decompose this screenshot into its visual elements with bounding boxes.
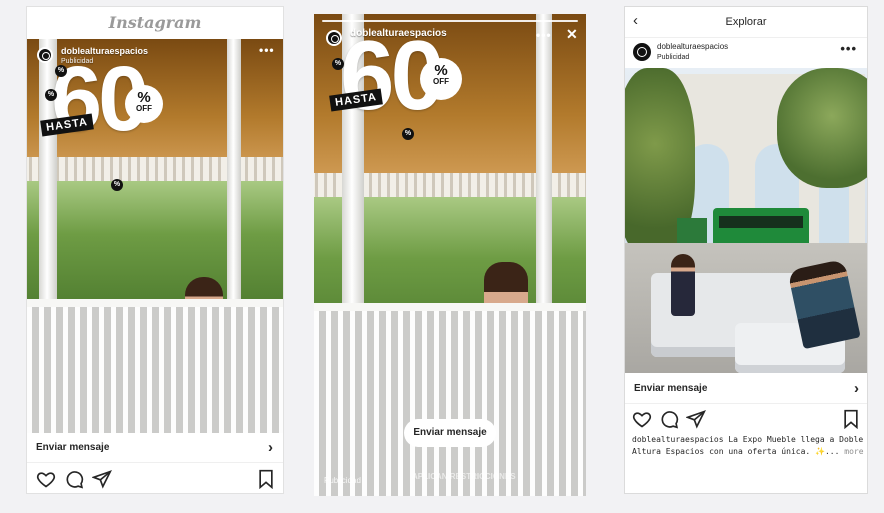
sponsored-label: Publicidad [657,54,690,61]
story-panel: 60 % OFF HASTA % % doblealturaespacios ••… [314,14,586,496]
post-username[interactable]: doblealturaespacios [657,42,728,51]
explore-post-panel: ‹ Explorar doblealturaespacios Publicida… [624,6,868,494]
feed-post-panel: Instagram 60 % OFF HASTA % % % doblealtur… [26,6,284,494]
share-icon[interactable] [685,409,706,429]
chevron-right-icon: › [854,380,859,397]
percent-sticker: % [45,89,57,101]
caption-more-link[interactable]: more [844,447,863,456]
promo-off-badge: % OFF [420,58,462,100]
sponsored-label: Publicidad [324,476,361,485]
chevron-right-icon: › [268,439,273,456]
more-options-icon[interactable]: ••• [840,41,857,56]
avatar[interactable] [633,43,651,61]
post-caption: doblealturaespacios La Expo Mueble llega… [632,434,864,458]
avatar[interactable] [326,30,342,46]
more-options-icon[interactable]: ••• [259,43,275,57]
heart-icon[interactable] [632,409,652,429]
story-progress-bar [322,20,578,22]
percent-sticker: % [332,58,344,70]
story-username[interactable]: doblealturaespacios [350,28,447,39]
comment-icon[interactable] [64,469,84,489]
share-icon[interactable] [91,469,112,489]
post-action-row [625,407,867,437]
page-title: Explorar [725,16,767,28]
caption-username[interactable]: doblealturaespacios [632,435,724,444]
bookmark-icon[interactable] [256,469,276,490]
send-message-label: Enviar mensaje [634,383,708,394]
explore-post-image[interactable] [625,68,867,373]
post-username[interactable]: doblealturaespacios [61,46,148,56]
send-message-bar[interactable]: Enviar mensaje › [27,433,283,463]
avatar[interactable] [37,47,53,63]
instagram-logo: Instagram [108,13,202,32]
sponsored-label: Publicidad [61,58,94,65]
percent-sticker: % [111,179,123,191]
close-icon[interactable]: ✕ [566,26,579,43]
send-message-bar[interactable]: Enviar mensaje › [625,374,867,404]
send-message-label: Enviar mensaje [36,442,110,453]
send-message-button[interactable]: Enviar mensaje [404,419,496,447]
post-action-row [27,467,283,493]
feed-post-image[interactable]: 60 % OFF HASTA % % % doblealturaespacios … [27,39,283,433]
heart-icon[interactable] [36,469,56,489]
percent-sticker: % [402,128,414,140]
promo-off-badge: % OFF [125,85,163,123]
more-options-icon[interactable]: ••• [536,28,552,42]
comment-icon[interactable] [659,409,679,429]
restrictions-label: APLICAN RESTRICCIONES [412,472,516,481]
explore-header: ‹ Explorar [625,7,867,38]
bookmark-icon[interactable] [841,409,861,430]
percent-sticker: % [55,65,67,77]
